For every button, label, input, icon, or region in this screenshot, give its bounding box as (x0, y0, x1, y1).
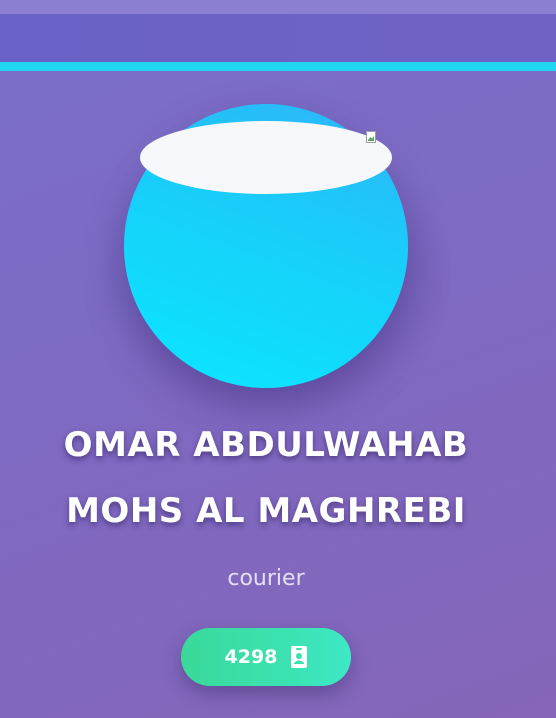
profile-role: courier (227, 566, 305, 591)
broken-image-icon (366, 131, 376, 143)
profile-name-line1: OMAR ABDULWAHAB (63, 425, 469, 465)
header-bar (0, 14, 556, 62)
id-card-icon (291, 646, 308, 668)
id-badge-button[interactable]: 4298 (181, 628, 351, 686)
avatar-photo-placeholder (140, 121, 392, 194)
header-accent-line (0, 62, 556, 71)
top-strip (0, 0, 556, 15)
id-badge-number: 4298 (224, 646, 278, 668)
profile-name-line2: MOHS AL MAGHREBI (66, 491, 466, 531)
profile-name: OMAR ABDULWAHAB MOHS AL MAGHREBI (0, 412, 532, 544)
